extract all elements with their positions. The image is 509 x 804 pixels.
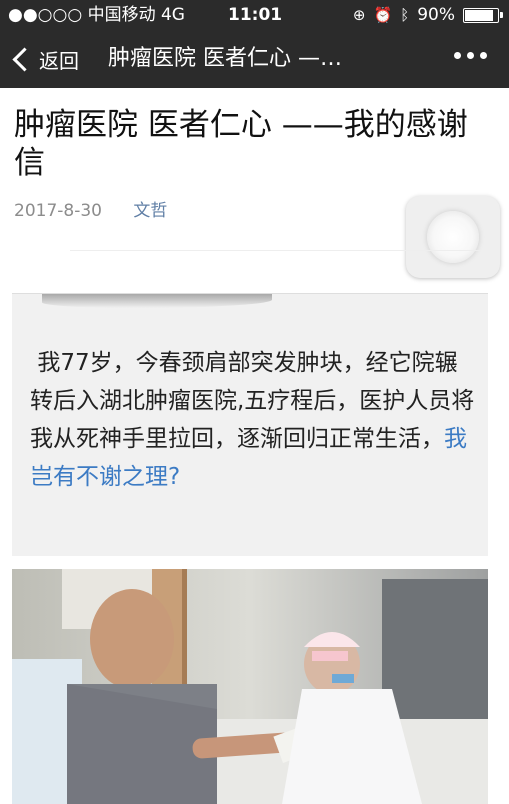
article-meta: 2017-8-30 文哲 bbox=[14, 196, 167, 221]
screen-rotation-lock-icon: ⊕ bbox=[352, 6, 366, 24]
more-options-icon[interactable] bbox=[454, 52, 487, 59]
battery-percent: 90% bbox=[417, 5, 455, 25]
status-time: 11:01 bbox=[228, 5, 283, 25]
carrier-signal: ●●○○○ 中国移动 4G bbox=[8, 5, 185, 25]
article-date: 2017-8-30 bbox=[14, 201, 102, 221]
more-dot bbox=[467, 52, 474, 59]
quote-shadow-decoration bbox=[42, 294, 272, 308]
nav-bar: 返回 肿瘤医院 医者仁心 —… bbox=[0, 30, 509, 88]
more-dot bbox=[480, 52, 487, 59]
nav-title: 肿瘤医院 医者仁心 —… bbox=[108, 46, 342, 71]
bluetooth-icon: ᛒ bbox=[400, 6, 410, 24]
more-dot bbox=[454, 52, 461, 59]
article-photo bbox=[12, 569, 488, 804]
article-title: 肿瘤医院 医者仁心 ——我的感谢信 bbox=[14, 107, 468, 181]
status-icons: ⊕ ⏰ ᛒ 90% bbox=[352, 0, 503, 30]
status-bar: ●●○○○ 中国移动 4G 11:01 ⊕ ⏰ ᛒ 90% bbox=[0, 0, 509, 30]
quote-card: 我77岁，今春颈肩部突发肿块，经它院辗转后入湖北肿瘤医院,五疗程后，医护人员将我… bbox=[12, 293, 488, 556]
photo-illustration bbox=[12, 569, 488, 804]
quote-text: 我77岁，今春颈肩部突发肿块，经它院辗转后入湖北肿瘤医院,五疗程后，医护人员将我… bbox=[30, 344, 480, 496]
floating-assistive-button[interactable] bbox=[406, 196, 500, 278]
back-label: 返回 bbox=[39, 48, 79, 73]
chevron-left-icon bbox=[12, 46, 37, 72]
alarm-icon: ⏰ bbox=[373, 6, 393, 24]
battery-icon bbox=[463, 7, 503, 23]
author-link[interactable]: 文哲 bbox=[133, 201, 167, 221]
divider bbox=[70, 250, 480, 251]
back-button[interactable]: 返回 bbox=[10, 30, 79, 88]
quote-main-text: 我77岁，今春颈肩部突发肿块，经它院辗转后入湖北肿瘤医院,五疗程后，医护人员将我… bbox=[30, 350, 475, 452]
